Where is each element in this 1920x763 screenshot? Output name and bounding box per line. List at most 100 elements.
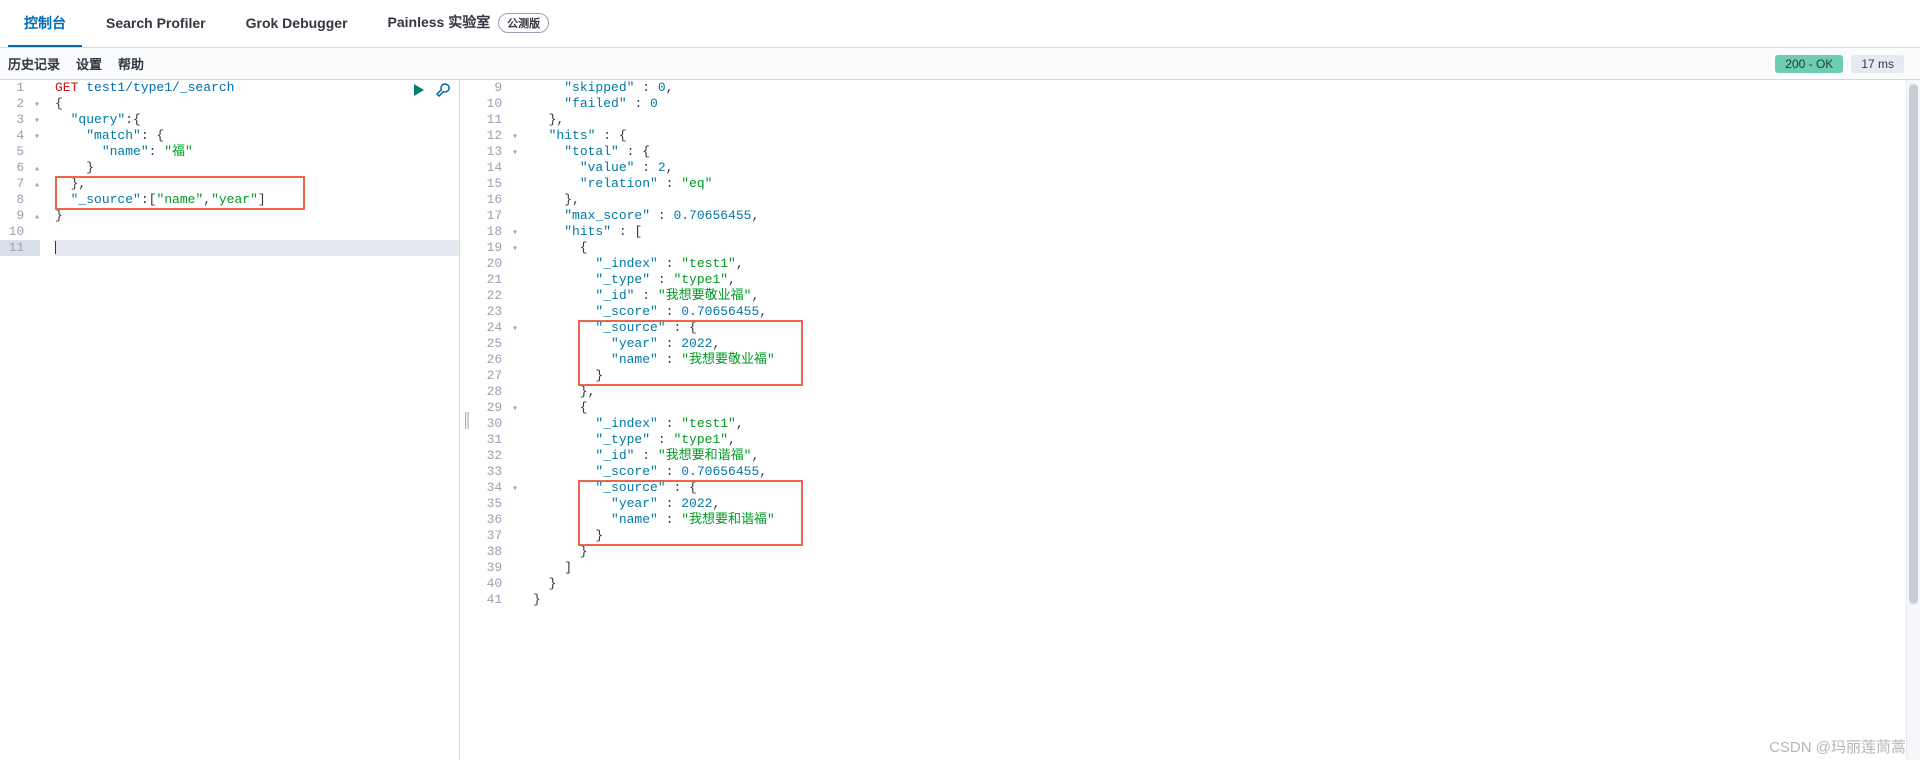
code-line[interactable]: }, xyxy=(533,112,1920,128)
code-line[interactable]: "name" : "我想要和谐福" xyxy=(533,512,1920,528)
editor-split: 1 2 ▾3 ▾4 ▾5 6 ▴7 ▴8 9 ▴10 11 GET test1/… xyxy=(0,80,1920,760)
code-line[interactable]: }, xyxy=(533,384,1920,400)
code-line[interactable]: "_type" : "type1", xyxy=(533,432,1920,448)
code-line[interactable]: "_type" : "type1", xyxy=(533,272,1920,288)
line-number: 31 xyxy=(478,432,518,448)
line-number: 23 xyxy=(478,304,518,320)
tab-grok-debugger[interactable]: Grok Debugger xyxy=(230,3,364,45)
code-line[interactable]: "match": { xyxy=(55,128,459,144)
line-number: 11 xyxy=(478,112,518,128)
tab-bar: 控制台 Search Profiler Grok Debugger Painle… xyxy=(0,0,1920,48)
code-line[interactable]: "skipped" : 0, xyxy=(533,80,1920,96)
code-line[interactable]: }, xyxy=(533,192,1920,208)
code-line[interactable]: "_index" : "test1", xyxy=(533,256,1920,272)
history-link[interactable]: 历史记录 xyxy=(8,54,60,73)
line-number: 22 xyxy=(478,288,518,304)
help-link[interactable]: 帮助 xyxy=(118,54,144,73)
line-number: 38 xyxy=(478,544,518,560)
tab-painless-lab[interactable]: Painless 实验室 公测版 xyxy=(372,0,566,47)
line-number: 7 ▴ xyxy=(0,176,40,192)
line-number: 14 xyxy=(478,160,518,176)
line-number: 26 xyxy=(478,352,518,368)
code-line[interactable]: "query":{ xyxy=(55,112,459,128)
code-line[interactable]: "_id" : "我想要和谐福", xyxy=(533,448,1920,464)
line-number: 35 xyxy=(478,496,518,512)
line-number: 13 ▾ xyxy=(478,144,518,160)
response-time-badge: 17 ms xyxy=(1851,55,1904,73)
code-line[interactable]: } xyxy=(533,528,1920,544)
line-number: 25 xyxy=(478,336,518,352)
line-number: 32 xyxy=(478,448,518,464)
line-number: 24 ▾ xyxy=(478,320,518,336)
line-number: 6 ▴ xyxy=(0,160,40,176)
code-line[interactable] xyxy=(55,224,459,240)
code-line[interactable]: "name" : "我想要敬业福" xyxy=(533,352,1920,368)
line-number: 9 xyxy=(478,80,518,96)
tab-search-profiler[interactable]: Search Profiler xyxy=(90,3,222,45)
code-line[interactable]: "relation" : "eq" xyxy=(533,176,1920,192)
code-line[interactable]: "year" : 2022, xyxy=(533,496,1920,512)
code-line[interactable] xyxy=(55,240,459,256)
code-line[interactable]: { xyxy=(533,240,1920,256)
code-line[interactable]: ] xyxy=(533,560,1920,576)
request-pane[interactable]: 1 2 ▾3 ▾4 ▾5 6 ▴7 ▴8 9 ▴10 11 GET test1/… xyxy=(0,80,460,760)
code-line[interactable]: "_score" : 0.70656455, xyxy=(533,464,1920,480)
line-number: 20 xyxy=(478,256,518,272)
code-line[interactable]: "_source":["name","year"] xyxy=(55,192,459,208)
line-number: 10 xyxy=(0,224,40,240)
line-number: 19 ▾ xyxy=(478,240,518,256)
code-line[interactable]: "year" : 2022, xyxy=(533,336,1920,352)
response-pane[interactable]: 9 10 11 12 ▾13 ▾14 15 16 17 18 ▾19 ▾20 2… xyxy=(460,80,1920,760)
line-number: 28 xyxy=(478,384,518,400)
code-line[interactable]: } xyxy=(533,592,1920,608)
status-badge: 200 - OK xyxy=(1775,55,1843,73)
code-line[interactable]: "hits" : [ xyxy=(533,224,1920,240)
console-toolbar: 历史记录 设置 帮助 200 - OK 17 ms xyxy=(0,48,1920,80)
line-number: 18 ▾ xyxy=(478,224,518,240)
scrollbar-thumb[interactable] xyxy=(1909,84,1918,604)
line-number: 36 xyxy=(478,512,518,528)
code-line[interactable]: "_id" : "我想要敬业福", xyxy=(533,288,1920,304)
code-line[interactable]: "_source" : { xyxy=(533,320,1920,336)
code-line[interactable]: "max_score" : 0.70656455, xyxy=(533,208,1920,224)
code-line[interactable]: "name": "福" xyxy=(55,144,459,160)
line-number: 4 ▾ xyxy=(0,128,40,144)
code-line[interactable]: { xyxy=(55,96,459,112)
line-number: 30 xyxy=(478,416,518,432)
code-line[interactable]: "_index" : "test1", xyxy=(533,416,1920,432)
line-number: 15 xyxy=(478,176,518,192)
wrench-icon[interactable] xyxy=(435,82,451,103)
beta-badge: 公测版 xyxy=(498,13,549,33)
run-request-icon[interactable] xyxy=(411,82,427,103)
code-line[interactable]: "value" : 2, xyxy=(533,160,1920,176)
line-number: 3 ▾ xyxy=(0,112,40,128)
tab-console[interactable]: 控制台 xyxy=(8,1,82,47)
code-line[interactable]: "total" : { xyxy=(533,144,1920,160)
tab-painless-label: Painless 实验室 xyxy=(388,14,491,30)
code-line[interactable]: "_score" : 0.70656455, xyxy=(533,304,1920,320)
code-line[interactable]: } xyxy=(533,544,1920,560)
code-line[interactable]: "_source" : { xyxy=(533,480,1920,496)
code-line[interactable]: } xyxy=(533,368,1920,384)
line-number: 34 ▾ xyxy=(478,480,518,496)
line-number: 9 ▴ xyxy=(0,208,40,224)
line-number: 40 xyxy=(478,576,518,592)
response-scrollbar[interactable] xyxy=(1906,80,1920,760)
line-number: 11 xyxy=(0,240,40,256)
settings-link[interactable]: 设置 xyxy=(76,54,102,73)
line-number: 1 xyxy=(0,80,40,96)
code-line[interactable]: } xyxy=(55,208,459,224)
line-number: 29 ▾ xyxy=(478,400,518,416)
line-number: 8 xyxy=(0,192,40,208)
code-line[interactable]: } xyxy=(533,576,1920,592)
line-number: 39 xyxy=(478,560,518,576)
code-line[interactable]: }, xyxy=(55,176,459,192)
code-line[interactable]: "hits" : { xyxy=(533,128,1920,144)
line-number: 27 xyxy=(478,368,518,384)
code-line[interactable]: GET test1/type1/_search xyxy=(55,80,459,96)
code-line[interactable]: { xyxy=(533,400,1920,416)
line-number: 33 xyxy=(478,464,518,480)
code-line[interactable]: "failed" : 0 xyxy=(533,96,1920,112)
line-number: 10 xyxy=(478,96,518,112)
code-line[interactable]: } xyxy=(55,160,459,176)
